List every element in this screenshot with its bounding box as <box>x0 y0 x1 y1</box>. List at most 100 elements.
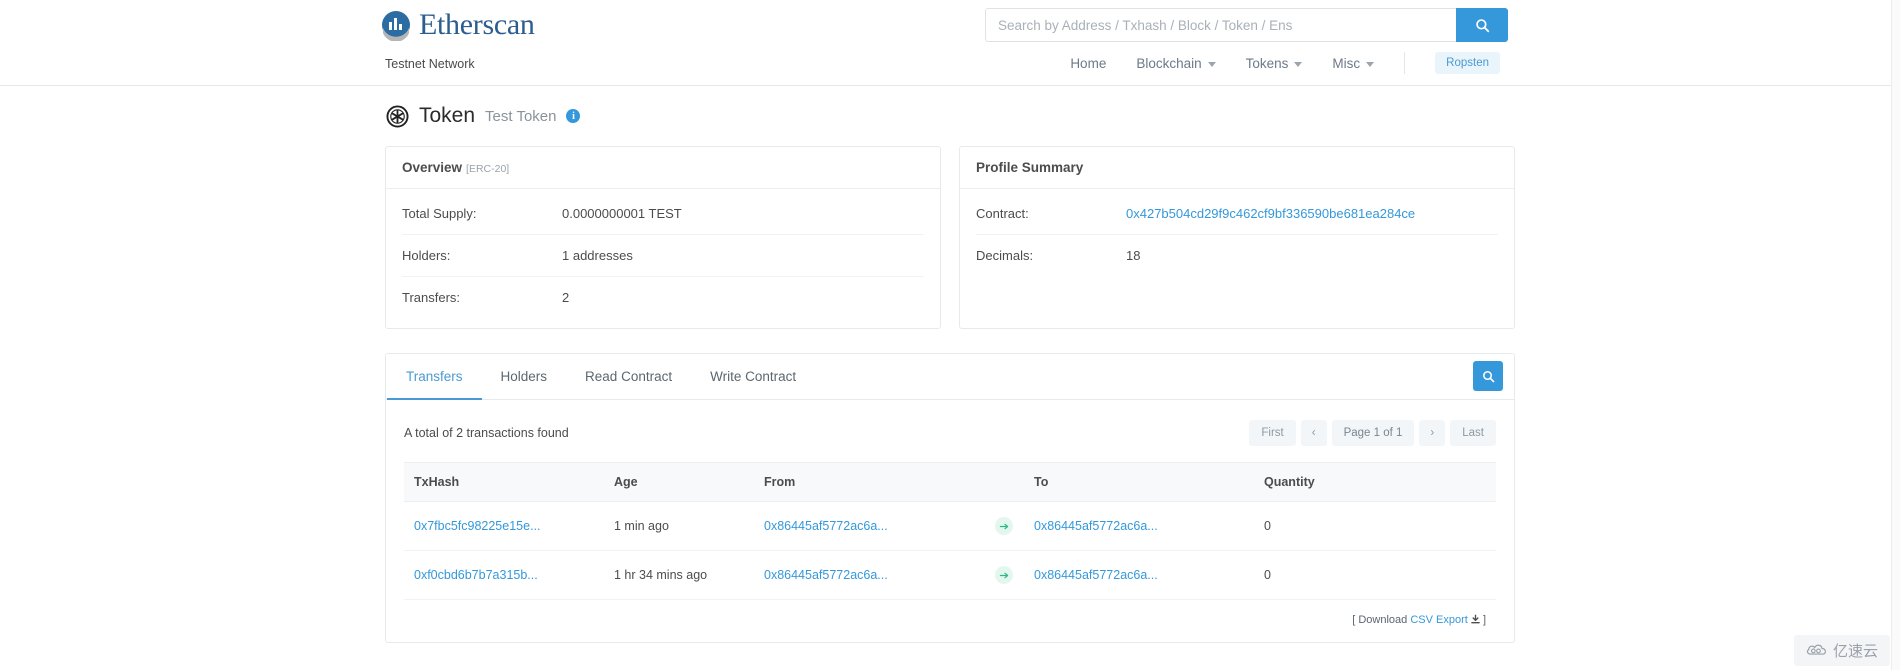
csv-export-link[interactable]: CSV Export <box>1410 614 1467 626</box>
tab-holders[interactable]: Holders <box>482 355 567 400</box>
tab-label: Transfers <box>406 368 463 384</box>
row-label: Holders: <box>402 248 451 263</box>
direction-cell <box>984 501 1024 551</box>
row-value: 2 <box>562 290 570 305</box>
token-asterisk-icon <box>386 104 409 128</box>
column-header-spacer <box>984 462 1024 502</box>
site-header: Etherscan Testnet Network Home Blockchai… <box>0 0 1900 86</box>
quantity-cell: 0 <box>1254 550 1496 600</box>
profile-summary-card: Profile Summary Contract: 0x427b504cd29f… <box>959 146 1515 329</box>
global-search <box>985 8 1508 42</box>
age-cell: 1 hr 34 mins ago <box>604 550 754 600</box>
from-address-link[interactable]: 0x86445af5772ac6a... <box>764 568 888 582</box>
table-row: 0x7fbc5fc98225e15e... 1 min ago 0x86445a… <box>404 501 1496 551</box>
column-header-txhash: TxHash <box>404 462 604 502</box>
transfers-table: TxHash Age From To Quantity 0x7fbc5fc982… <box>404 462 1496 600</box>
row-label: Transfers: <box>402 290 461 305</box>
pagination: First ‹ Page 1 of 1 › Last <box>1249 420 1496 446</box>
nav-item-home[interactable]: Home <box>1070 56 1106 71</box>
results-bar: A total of 2 transactions found First ‹ … <box>404 416 1496 462</box>
network-badge[interactable]: Ropsten <box>1435 52 1500 74</box>
tab-label: Holders <box>500 368 548 384</box>
tab-read-contract[interactable]: Read Contract <box>566 355 691 400</box>
contract-address-link[interactable]: 0x427b504cd29f9c462cf9bf336590be681ea284… <box>1126 206 1415 221</box>
tab-write-contract[interactable]: Write Contract <box>691 355 815 400</box>
tab-transfers[interactable]: Transfers <box>387 355 482 400</box>
pagination-first[interactable]: First <box>1249 420 1296 446</box>
tab-label: Read Contract <box>585 368 673 384</box>
overview-row-holders: Holders: 1 addresses <box>402 235 924 277</box>
table-header: TxHash Age From To Quantity <box>404 462 1496 502</box>
row-value: 18 <box>1126 248 1141 263</box>
watermark: 亿速云 <box>1793 635 1890 666</box>
nav-item-label: Misc <box>1332 55 1361 71</box>
txhash-link[interactable]: 0xf0cbd6b7b7a315b... <box>414 568 538 582</box>
page-title: Token <box>419 104 476 127</box>
nav-item-label: Blockchain <box>1136 55 1202 71</box>
profile-card-header: Profile Summary <box>960 147 1514 189</box>
tab-bar: Transfers Holders Read Contract Write Co… <box>386 354 1514 400</box>
overview-card-header: Overview [ERC-20] <box>386 147 940 189</box>
csv-suffix-text: ] <box>1482 614 1486 626</box>
transfers-panel: Transfers Holders Read Contract Write Co… <box>385 353 1515 643</box>
results-count: A total of 2 transactions found <box>404 426 569 440</box>
summary-cards: Overview [ERC-20] Total Supply: 0.0000000… <box>385 146 1515 329</box>
pagination-last[interactable]: Last <box>1450 420 1496 446</box>
table-row: 0xf0cbd6b7b7a315b... 1 hr 34 mins ago 0x… <box>404 550 1496 600</box>
pagination-next[interactable]: › <box>1419 420 1446 446</box>
arrow-right-icon <box>995 566 1013 584</box>
direction-cell <box>984 550 1024 600</box>
pagination-page-indicator: Page 1 of 1 <box>1331 420 1415 446</box>
brand-name: Etherscan <box>419 8 535 41</box>
pagination-prev[interactable]: ‹ <box>1300 420 1327 446</box>
download-icon <box>1471 614 1483 626</box>
row-label: Contract: <box>976 206 1029 221</box>
search-icon <box>1475 18 1489 32</box>
nav-item-label: Tokens <box>1245 55 1289 71</box>
column-header-quantity: Quantity <box>1254 462 1496 502</box>
overview-heading: Overview <box>402 160 463 175</box>
column-header-from: From <box>754 462 984 502</box>
profile-card-body: Contract: 0x427b504cd29f9c462cf9bf336590… <box>960 189 1514 286</box>
csv-prefix-text: [ Download <box>1352 614 1411 626</box>
row-value: 1 addresses <box>562 248 633 263</box>
table-body: 0x7fbc5fc98225e15e... 1 min ago 0x86445a… <box>404 501 1496 600</box>
txhash-link[interactable]: 0x7fbc5fc98225e15e... <box>414 519 541 533</box>
nav-item-misc[interactable]: Misc <box>1332 55 1375 71</box>
overview-card-body: Total Supply: 0.0000000001 TEST Holders:… <box>386 189 940 328</box>
panel-search-button[interactable] <box>1473 361 1503 391</box>
tab-label: Write Contract <box>710 368 797 384</box>
page-scrollbar[interactable] <box>1891 0 1900 670</box>
nav-divider <box>1404 52 1406 74</box>
to-address-link[interactable]: 0x86445af5772ac6a... <box>1034 568 1158 582</box>
chevron-down-icon <box>1207 61 1216 67</box>
to-address-link[interactable]: 0x86445af5772ac6a... <box>1034 519 1158 533</box>
token-name: Test Token <box>485 107 557 125</box>
chevron-down-icon <box>1294 61 1303 67</box>
testnet-network-label: Testnet Network <box>385 57 475 71</box>
quantity-cell: 0 <box>1254 501 1496 551</box>
profile-row-decimals: Decimals: 18 <box>976 235 1498 276</box>
row-label: Decimals: <box>976 248 1034 263</box>
overview-row-transfers: Transfers: 2 <box>402 277 924 318</box>
chevron-down-icon <box>1366 61 1375 67</box>
main-navigation: Home Blockchain Tokens Misc Ropsten <box>1070 52 1500 74</box>
profile-heading: Profile Summary <box>976 160 1084 175</box>
transfers-body: A total of 2 transactions found First ‹ … <box>386 400 1514 642</box>
nav-item-label: Home <box>1070 55 1107 71</box>
page-title-row: Token Test Token i <box>385 104 1515 128</box>
info-icon[interactable]: i <box>566 109 581 123</box>
row-value: 0.0000000001 TEST <box>562 206 682 221</box>
brand-logo[interactable]: Etherscan <box>380 8 535 42</box>
search-input[interactable] <box>985 8 1456 42</box>
search-submit-button[interactable] <box>1456 8 1508 42</box>
cloud-icon <box>1806 642 1828 660</box>
etherscan-logo-icon <box>380 9 412 42</box>
from-address-link[interactable]: 0x86445af5772ac6a... <box>764 519 888 533</box>
nav-item-blockchain[interactable]: Blockchain <box>1136 55 1216 71</box>
nav-item-tokens[interactable]: Tokens <box>1246 56 1303 71</box>
overview-row-total-supply: Total Supply: 0.0000000001 TEST <box>402 193 924 235</box>
profile-row-contract: Contract: 0x427b504cd29f9c462cf9bf336590… <box>976 193 1498 235</box>
search-icon <box>1482 370 1494 382</box>
row-label: Total Supply: <box>402 206 477 221</box>
